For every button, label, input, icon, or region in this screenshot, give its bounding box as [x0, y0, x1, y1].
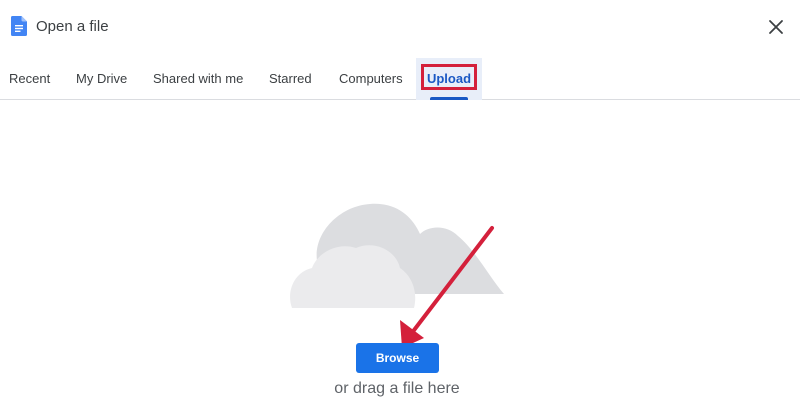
tab-recent[interactable]: Recent [9, 58, 50, 100]
tab-bar: Recent My Drive Shared with me Starred C… [0, 58, 800, 100]
tab-my-drive[interactable]: My Drive [76, 58, 127, 100]
selected-tab-indicator [430, 97, 468, 100]
annotation-arrow-icon [400, 226, 494, 348]
dialog-header: Open a file [0, 0, 800, 54]
tab-computers[interactable]: Computers [339, 58, 403, 100]
google-docs-icon [11, 16, 27, 36]
tab-starred[interactable]: Starred [269, 58, 312, 100]
browse-button[interactable]: Browse [356, 343, 439, 373]
tab-shared-with-me[interactable]: Shared with me [153, 58, 243, 100]
drag-drop-text: or drag a file here [334, 380, 460, 397]
tab-upload[interactable]: Upload [416, 58, 482, 100]
open-file-dialog: Open a file Recent My Drive Shared with … [0, 0, 800, 413]
close-icon[interactable] [764, 15, 788, 39]
drag-drop-hint: or drag a file here [0, 378, 800, 400]
dialog-title: Open a file [36, 18, 109, 35]
tab-upload-label: Upload [426, 71, 472, 86]
